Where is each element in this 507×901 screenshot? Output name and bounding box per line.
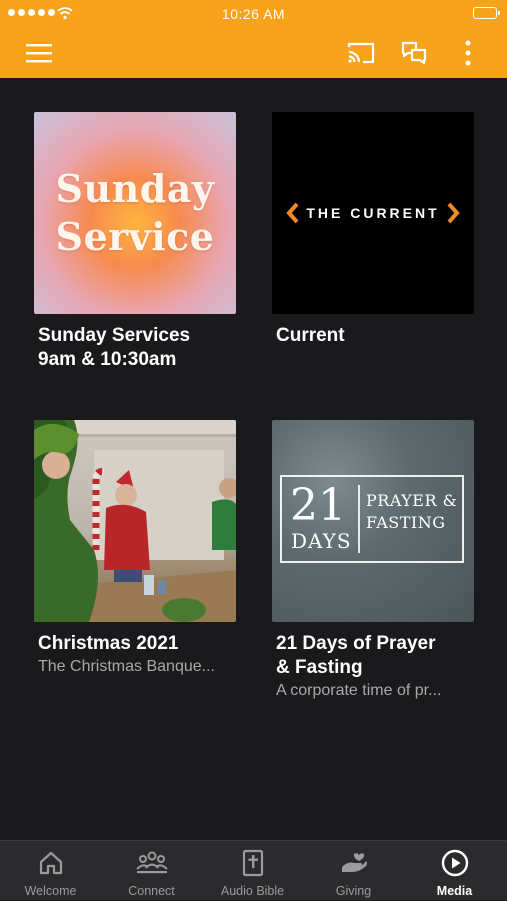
- card-subtitle: The Christmas Banque...: [38, 658, 215, 675]
- thumbnail-text: Service: [55, 214, 215, 259]
- giving-hand-icon: [303, 849, 404, 877]
- status-time: 10:26 AM: [221, 6, 286, 22]
- chevron-left-icon: [286, 202, 299, 224]
- bottom-tab-bar: Welcome Connect Audio Bible Giving Media: [0, 840, 507, 900]
- thumbnail-text: FASTING: [366, 513, 446, 532]
- tab-connect[interactable]: Connect: [101, 841, 202, 901]
- chat-icon[interactable]: [398, 37, 430, 69]
- current-thumbnail[interactable]: THE CURRENT: [272, 112, 474, 314]
- tab-label: Connect: [128, 884, 175, 898]
- thumbnail-days: DAYS: [291, 529, 352, 553]
- tab-label: Welcome: [24, 884, 77, 898]
- media-card-sunday-services[interactable]: Sunday Service Sunday Services 9am & 10:…: [34, 112, 236, 372]
- app-bar: [0, 28, 507, 78]
- media-card-current[interactable]: THE CURRENT Current: [272, 112, 474, 348]
- thumbnail-divider: [358, 485, 360, 553]
- more-vertical-icon[interactable]: [452, 37, 484, 69]
- bible-icon: [202, 849, 303, 877]
- thumbnail-text: Sunday: [55, 166, 215, 211]
- play-circle-icon: [404, 849, 505, 877]
- thumbnail-text: THE CURRENT: [306, 205, 440, 221]
- battery-icon: [473, 7, 500, 19]
- cast-icon[interactable]: [345, 37, 377, 69]
- tab-label: Giving: [335, 884, 372, 898]
- card-subtitle: A corporate time of pr...: [276, 682, 442, 699]
- card-title: Sunday Services 9am & 10:30am: [38, 325, 191, 370]
- media-card-prayer-fasting[interactable]: 21 DAYS PRAYER & FASTING 21 Days of Pray…: [272, 420, 474, 702]
- thumbnail-frame: 21 DAYS PRAYER & FASTING: [280, 475, 464, 563]
- chevron-right-icon: [447, 202, 460, 224]
- thumbnail-number: 21: [290, 480, 346, 531]
- status-bar: 10:26 AM: [0, 0, 507, 28]
- people-icon: [101, 849, 202, 877]
- card-title: Current: [276, 325, 345, 346]
- tab-welcome[interactable]: Welcome: [0, 841, 101, 901]
- christmas-photo: [34, 420, 236, 622]
- tab-giving[interactable]: Giving: [303, 841, 404, 901]
- thumbnail-text: PRAYER &: [366, 491, 458, 510]
- card-title: Christmas 2021: [38, 633, 179, 654]
- media-grid: Sunday Service Sunday Services 9am & 10:…: [0, 78, 507, 840]
- christmas-photo-thumbnail[interactable]: [34, 420, 236, 622]
- tab-audio-bible[interactable]: Audio Bible: [202, 841, 303, 901]
- hamburger-icon[interactable]: [23, 37, 55, 69]
- tab-media[interactable]: Media: [404, 841, 505, 901]
- media-card-christmas[interactable]: Christmas 2021 The Christmas Banque...: [34, 420, 236, 678]
- tab-label: Audio Bible: [220, 884, 285, 898]
- tab-label: Media: [436, 884, 473, 898]
- home-icon: [0, 849, 101, 877]
- prayer-fasting-thumbnail[interactable]: 21 DAYS PRAYER & FASTING: [272, 420, 474, 622]
- sunday-service-thumbnail[interactable]: Sunday Service: [34, 112, 236, 314]
- card-title: 21 Days of Prayer & Fasting: [276, 633, 436, 678]
